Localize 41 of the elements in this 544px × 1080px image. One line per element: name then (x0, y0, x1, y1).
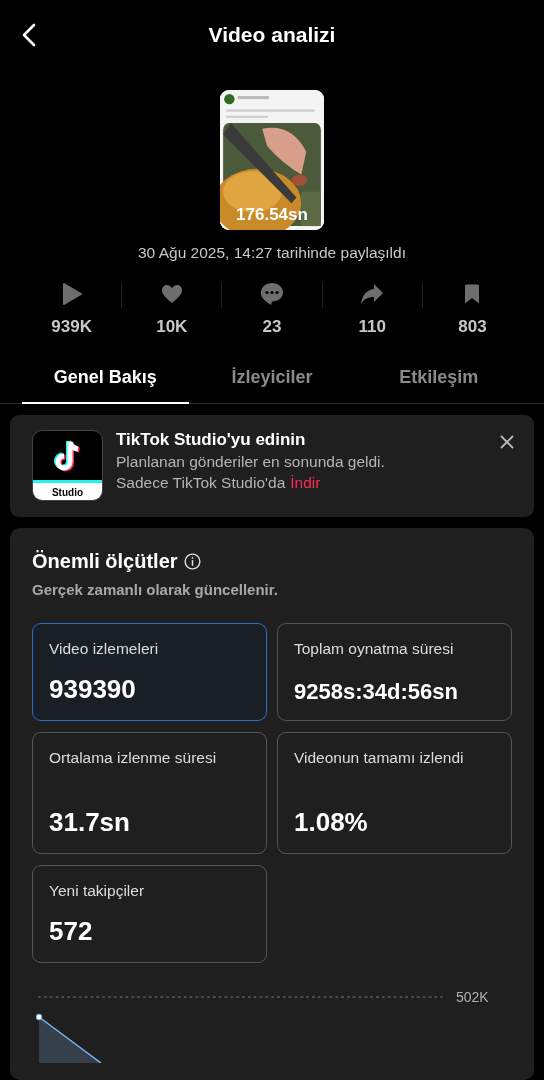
share-icon (360, 282, 385, 306)
tab[interactable]: İzleyiciler (188, 361, 356, 404)
studio-logo: Studio (32, 430, 103, 501)
metric-value: 1.08% (294, 807, 369, 838)
close-icon[interactable] (500, 435, 514, 449)
metric-value: 9258s:34d:56sn (294, 679, 459, 705)
metric-tile[interactable]: Yeni takipçiler 572 (32, 865, 267, 963)
bookmark-icon (464, 282, 481, 306)
stat-count: 110 (358, 317, 386, 337)
metric-label: Video izlemeleri (49, 639, 160, 659)
metric-label: Ortalama izlenme süresi (49, 748, 218, 768)
info-icon[interactable] (183, 553, 201, 570)
metric-value: 939390 (49, 674, 137, 705)
back-icon[interactable] (22, 23, 36, 47)
promo-title: TikTok Studio'yu edinin (116, 430, 307, 450)
stat-count: 10K (156, 317, 188, 337)
promo-text: Sadece TikTok Studio'da (116, 474, 286, 492)
tab[interactable]: Genel Bakış (22, 361, 189, 404)
stat-count: 939K (51, 317, 92, 337)
comment-icon (260, 282, 284, 306)
metric-tile[interactable]: Video izlemeleri 939390 (32, 623, 267, 721)
tab[interactable]: Etkileşim (355, 361, 522, 404)
heart-icon (160, 282, 183, 306)
download-link[interactable]: İndir (290, 474, 321, 492)
metric-label: Videonun tamamı izlendi (294, 748, 465, 768)
metric-label: Yeni takipçiler (49, 881, 146, 901)
metric-tile[interactable]: Ortalama izlenme süresi 31.7sn (32, 732, 267, 854)
metric-value: 572 (49, 916, 94, 947)
stat-count: 23 (262, 317, 282, 337)
stat-count: 803 (458, 317, 487, 337)
page-title: Video analizi (208, 23, 336, 47)
posted-date: 30 Ağu 2025, 14:27 tarihinde paylaşıldı (137, 244, 407, 262)
metric-tile[interactable]: Toplam oynatma süresi 9258s:34d:56sn (277, 623, 512, 721)
section-subtitle: Gerçek zamanlı olarak güncellenir. (32, 581, 279, 598)
axis-label: 502K (456, 989, 490, 1005)
metric-tile[interactable]: Videonun tamamı izlendi 1.08% (277, 732, 512, 854)
play-icon (61, 282, 82, 306)
promo-text: Planlanan gönderiler en sonunda geldi. (116, 453, 385, 471)
metric-label: Toplam oynatma süresi (294, 639, 455, 659)
section-title: Önemli ölçütler (32, 550, 178, 573)
metric-value: 31.7sn (49, 807, 131, 838)
